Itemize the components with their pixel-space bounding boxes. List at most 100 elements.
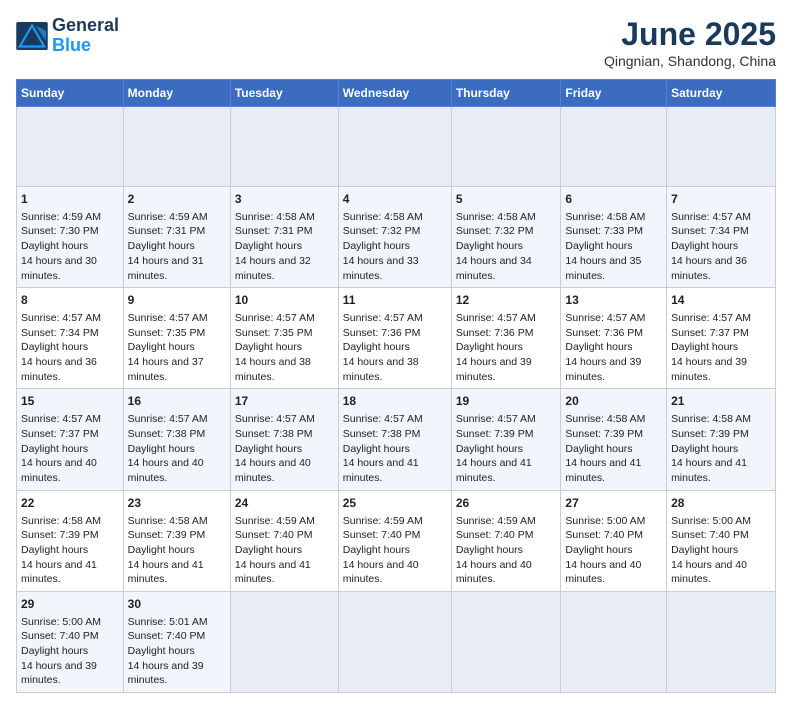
calendar-day-cell: 21 Sunrise: 4:58 AMSunset: 7:39 PMDayligh… <box>667 389 776 490</box>
day-number: 5 <box>456 191 557 208</box>
calendar-header-row: SundayMondayTuesdayWednesdayThursdayFrid… <box>17 80 776 107</box>
calendar-day-cell: 29Sunrise: 5:00 AMSunset: 7:40 PMDayligh… <box>17 591 124 692</box>
day-number: 16 <box>128 393 226 410</box>
day-number: 22 <box>21 495 119 512</box>
day-number: 19 <box>456 393 557 410</box>
day-info: Sunrise: 4:58 AMSunset: 7:39 PMDaylight … <box>565 413 645 484</box>
day-info: Sunrise: 4:58 AMSunset: 7:39 PMDaylight … <box>671 413 751 484</box>
day-number: 21 <box>671 393 771 410</box>
calendar-day-cell: 16 Sunrise: 4:57 AMSunset: 7:38 PMDayligh… <box>123 389 230 490</box>
calendar-day-cell: 25Sunrise: 4:59 AMSunset: 7:40 PMDayligh… <box>338 490 451 591</box>
calendar-day-cell: 30Sunrise: 5:01 AMSunset: 7:40 PMDayligh… <box>123 591 230 692</box>
calendar-day-cell <box>561 591 667 692</box>
calendar-day-cell <box>561 107 667 187</box>
calendar-week-row: 1 Sunrise: 4:59 AMSunset: 7:30 PMDaylight… <box>17 187 776 288</box>
calendar-day-cell <box>338 591 451 692</box>
calendar-day-cell <box>451 591 561 692</box>
calendar-day-cell: 1 Sunrise: 4:59 AMSunset: 7:30 PMDaylight… <box>17 187 124 288</box>
calendar-day-cell <box>667 107 776 187</box>
calendar-week-row: 8Sunrise: 4:57 AMSunset: 7:34 PMDaylight… <box>17 288 776 389</box>
day-info: Sunrise: 4:57 AMSunset: 7:34 PMDaylight … <box>671 211 751 282</box>
day-number: 6 <box>565 191 662 208</box>
day-info: Sunrise: 5:00 AMSunset: 7:40 PMDaylight … <box>671 515 751 586</box>
calendar-day-cell: 22 Sunrise: 4:58 AMSunset: 7:39 PMDayligh… <box>17 490 124 591</box>
calendar-day-cell: 17Sunrise: 4:57 AMSunset: 7:38 PMDayligh… <box>230 389 338 490</box>
day-info: Sunrise: 4:57 AMSunset: 7:34 PMDaylight … <box>21 312 101 383</box>
day-info: Sunrise: 4:58 AMSunset: 7:31 PMDaylight … <box>235 211 315 282</box>
calendar-week-row: 22 Sunrise: 4:58 AMSunset: 7:39 PMDayligh… <box>17 490 776 591</box>
day-info: Sunrise: 5:00 AMSunset: 7:40 PMDaylight … <box>565 515 645 586</box>
calendar-day-cell <box>230 107 338 187</box>
calendar-week-row: 15Sunrise: 4:57 AMSunset: 7:37 PMDayligh… <box>17 389 776 490</box>
logo-text: General Blue <box>52 16 119 56</box>
calendar-week-row: 29Sunrise: 5:00 AMSunset: 7:40 PMDayligh… <box>17 591 776 692</box>
day-info: Sunrise: 4:57 AMSunset: 7:37 PMDaylight … <box>671 312 751 383</box>
day-number: 11 <box>343 292 447 309</box>
calendar-week-row <box>17 107 776 187</box>
day-info: Sunrise: 4:59 AMSunset: 7:30 PMDaylight … <box>21 211 101 282</box>
calendar-day-cell <box>338 107 451 187</box>
day-info: Sunrise: 4:57 AMSunset: 7:38 PMDaylight … <box>128 413 208 484</box>
day-info: Sunrise: 4:58 AMSunset: 7:33 PMDaylight … <box>565 211 645 282</box>
day-number: 1 <box>21 191 119 208</box>
calendar-header-cell: Thursday <box>451 80 561 107</box>
calendar-day-cell: 5 Sunrise: 4:58 AMSunset: 7:32 PMDaylight… <box>451 187 561 288</box>
logo: General Blue <box>16 16 119 56</box>
day-number: 24 <box>235 495 334 512</box>
day-info: Sunrise: 4:58 AMSunset: 7:32 PMDaylight … <box>343 211 423 282</box>
calendar-table: SundayMondayTuesdayWednesdayThursdayFrid… <box>16 79 776 693</box>
calendar-header-cell: Tuesday <box>230 80 338 107</box>
day-number: 17 <box>235 393 334 410</box>
day-number: 10 <box>235 292 334 309</box>
calendar-day-cell: 15Sunrise: 4:57 AMSunset: 7:37 PMDayligh… <box>17 389 124 490</box>
day-info: Sunrise: 4:58 AMSunset: 7:32 PMDaylight … <box>456 211 536 282</box>
calendar-day-cell <box>451 107 561 187</box>
day-number: 25 <box>343 495 447 512</box>
day-info: Sunrise: 4:57 AMSunset: 7:36 PMDaylight … <box>343 312 423 383</box>
day-info: Sunrise: 4:57 AMSunset: 7:36 PMDaylight … <box>456 312 536 383</box>
day-number: 12 <box>456 292 557 309</box>
day-info: Sunrise: 4:57 AMSunset: 7:35 PMDaylight … <box>235 312 315 383</box>
calendar-day-cell: 20Sunrise: 4:58 AMSunset: 7:39 PMDayligh… <box>561 389 667 490</box>
day-number: 9 <box>128 292 226 309</box>
page-header: General Blue June 2025 Qingnian, Shandon… <box>16 16 776 69</box>
calendar-day-cell: 19 Sunrise: 4:57 AMSunset: 7:39 PMDayligh… <box>451 389 561 490</box>
calendar-day-cell: 13 Sunrise: 4:57 AMSunset: 7:36 PMDayligh… <box>561 288 667 389</box>
day-info: Sunrise: 4:58 AMSunset: 7:39 PMDaylight … <box>21 515 101 586</box>
calendar-day-cell: 6 Sunrise: 4:58 AMSunset: 7:33 PMDaylight… <box>561 187 667 288</box>
calendar-day-cell <box>17 107 124 187</box>
day-info: Sunrise: 4:59 AMSunset: 7:40 PMDaylight … <box>235 515 315 586</box>
day-number: 2 <box>128 191 226 208</box>
calendar-day-cell: 10 Sunrise: 4:57 AMSunset: 7:35 PMDayligh… <box>230 288 338 389</box>
calendar-header-cell: Wednesday <box>338 80 451 107</box>
day-number: 7 <box>671 191 771 208</box>
page-subtitle: Qingnian, Shandong, China <box>604 53 776 69</box>
day-number: 26 <box>456 495 557 512</box>
calendar-day-cell: 18Sunrise: 4:57 AMSunset: 7:38 PMDayligh… <box>338 389 451 490</box>
day-info: Sunrise: 4:57 AMSunset: 7:35 PMDaylight … <box>128 312 208 383</box>
calendar-day-cell <box>123 107 230 187</box>
calendar-body: 1 Sunrise: 4:59 AMSunset: 7:30 PMDaylight… <box>17 107 776 693</box>
day-number: 29 <box>21 596 119 613</box>
day-number: 30 <box>128 596 226 613</box>
day-info: Sunrise: 4:57 AMSunset: 7:39 PMDaylight … <box>456 413 536 484</box>
calendar-day-cell: 14 Sunrise: 4:57 AMSunset: 7:37 PMDayligh… <box>667 288 776 389</box>
calendar-day-cell: 7 Sunrise: 4:57 AMSunset: 7:34 PMDaylight… <box>667 187 776 288</box>
calendar-day-cell: 4Sunrise: 4:58 AMSunset: 7:32 PMDaylight… <box>338 187 451 288</box>
day-info: Sunrise: 4:59 AMSunset: 7:40 PMDaylight … <box>456 515 536 586</box>
calendar-header-cell: Monday <box>123 80 230 107</box>
day-info: Sunrise: 4:57 AMSunset: 7:36 PMDaylight … <box>565 312 645 383</box>
calendar-day-cell: 27Sunrise: 5:00 AMSunset: 7:40 PMDayligh… <box>561 490 667 591</box>
day-number: 13 <box>565 292 662 309</box>
day-number: 23 <box>128 495 226 512</box>
calendar-day-cell: 28Sunrise: 5:00 AMSunset: 7:40 PMDayligh… <box>667 490 776 591</box>
calendar-header-cell: Sunday <box>17 80 124 107</box>
day-info: Sunrise: 4:59 AMSunset: 7:31 PMDaylight … <box>128 211 208 282</box>
calendar-day-cell: 26 Sunrise: 4:59 AMSunset: 7:40 PMDayligh… <box>451 490 561 591</box>
calendar-header-cell: Saturday <box>667 80 776 107</box>
calendar-day-cell: 12 Sunrise: 4:57 AMSunset: 7:36 PMDayligh… <box>451 288 561 389</box>
calendar-day-cell: 8Sunrise: 4:57 AMSunset: 7:34 PMDaylight… <box>17 288 124 389</box>
day-info: Sunrise: 4:57 AMSunset: 7:38 PMDaylight … <box>343 413 423 484</box>
day-number: 14 <box>671 292 771 309</box>
calendar-day-cell: 11 Sunrise: 4:57 AMSunset: 7:36 PMDayligh… <box>338 288 451 389</box>
